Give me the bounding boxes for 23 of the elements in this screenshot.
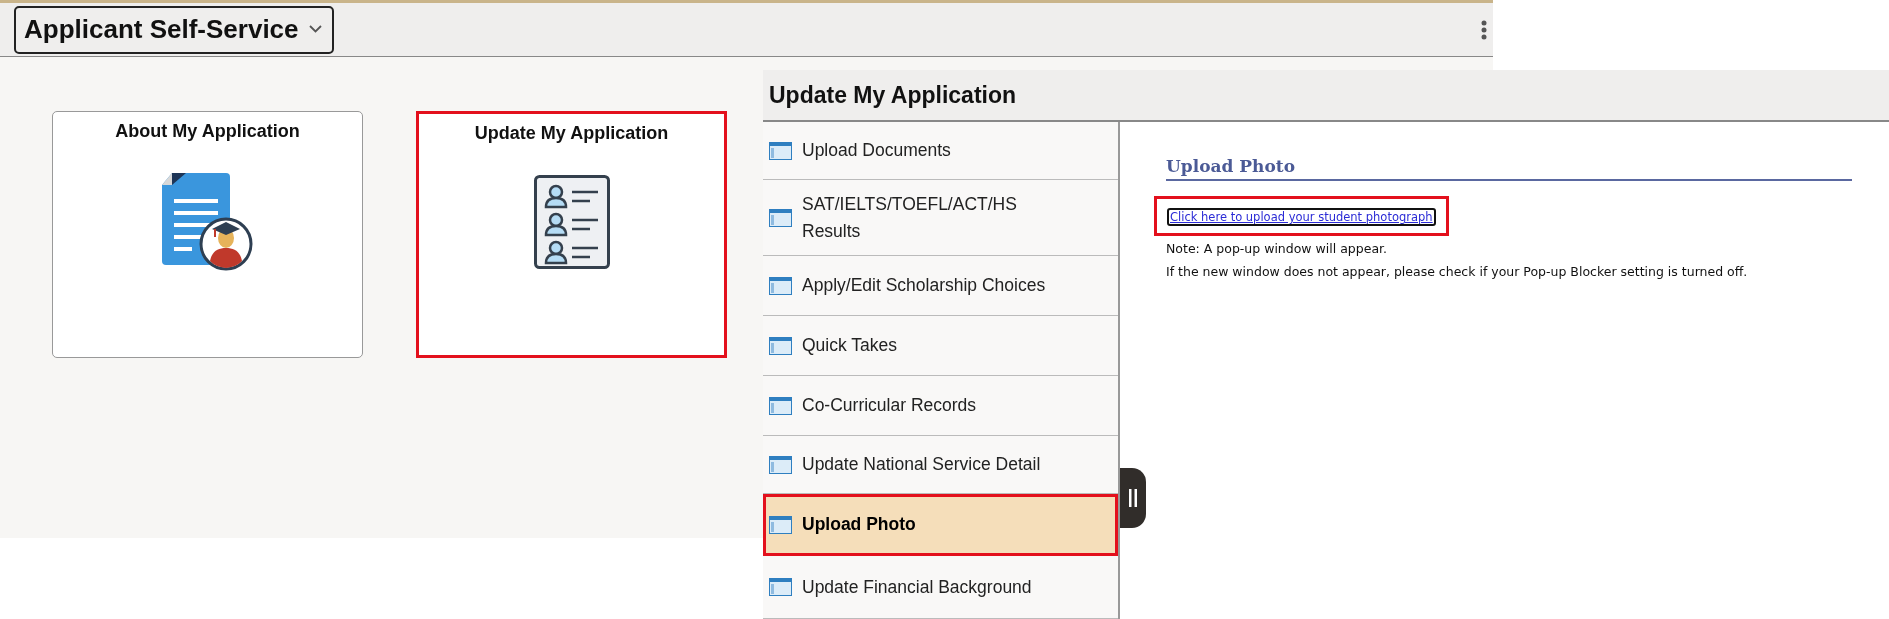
page-icon — [769, 515, 792, 534]
page-icon — [769, 276, 792, 295]
collapse-handle[interactable] — [1120, 468, 1146, 528]
app-tile[interactable]: About My Application — [52, 111, 363, 358]
note-text: Note: A pop-up window will appear. — [1166, 240, 1388, 259]
section-heading: Upload Photo — [1166, 156, 1852, 182]
sidebar-item[interactable]: Upload Photo — [763, 494, 1118, 556]
page-icon — [769, 396, 792, 415]
contact-list-icon — [533, 175, 610, 269]
document-graduate-icon — [161, 173, 254, 271]
page-icon — [769, 141, 792, 160]
note-text: If the new window does not appear, please check if your Pop-up Blocker setting is turned off. — [1166, 263, 1749, 282]
pause-bars-icon — [1129, 489, 1137, 507]
page-icon — [769, 208, 792, 227]
more-options-icon[interactable] — [1481, 19, 1487, 40]
homepage-dropdown[interactable]: Applicant Self-Service — [14, 5, 334, 54]
app-tile[interactable]: Update My Application — [416, 111, 727, 358]
page-icon — [769, 455, 792, 474]
upload-photo-link[interactable]: Click here to upload your student photograph — [1167, 208, 1436, 227]
chevron-down-icon — [308, 25, 322, 33]
page-icon — [769, 578, 792, 596]
panel-title: Update My Application — [763, 70, 1889, 122]
page-icon — [769, 336, 792, 355]
